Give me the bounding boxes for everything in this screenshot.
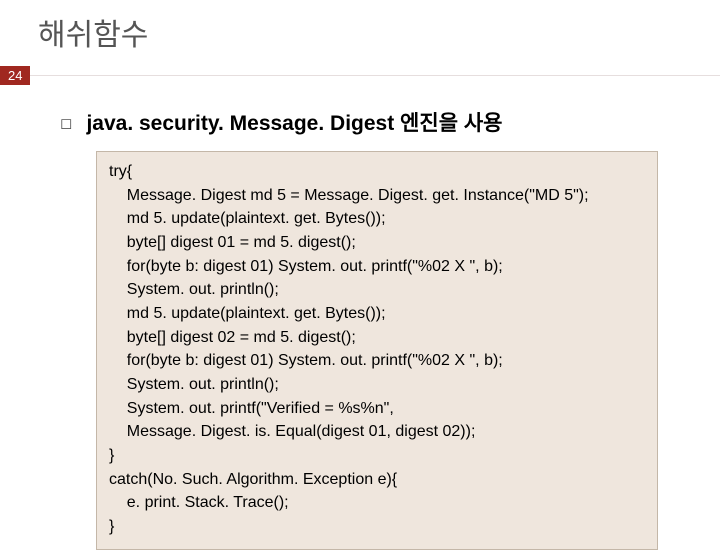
bullet-icon: ◻ bbox=[60, 114, 72, 132]
badge-divider-line bbox=[30, 75, 720, 76]
heading-row: ◻ java. security. Message. Digest 엔진을 사용 bbox=[60, 107, 720, 137]
page-number-badge: 24 bbox=[0, 66, 30, 85]
code-block: try{ Message. Digest md 5 = Message. Dig… bbox=[96, 151, 658, 550]
slide-title: 해쉬함수 bbox=[0, 0, 720, 64]
section-heading: java. security. Message. Digest 엔진을 사용 bbox=[86, 107, 502, 137]
page-badge-row: 24 bbox=[0, 66, 720, 85]
content-area: ◻ java. security. Message. Digest 엔진을 사용… bbox=[0, 85, 720, 550]
